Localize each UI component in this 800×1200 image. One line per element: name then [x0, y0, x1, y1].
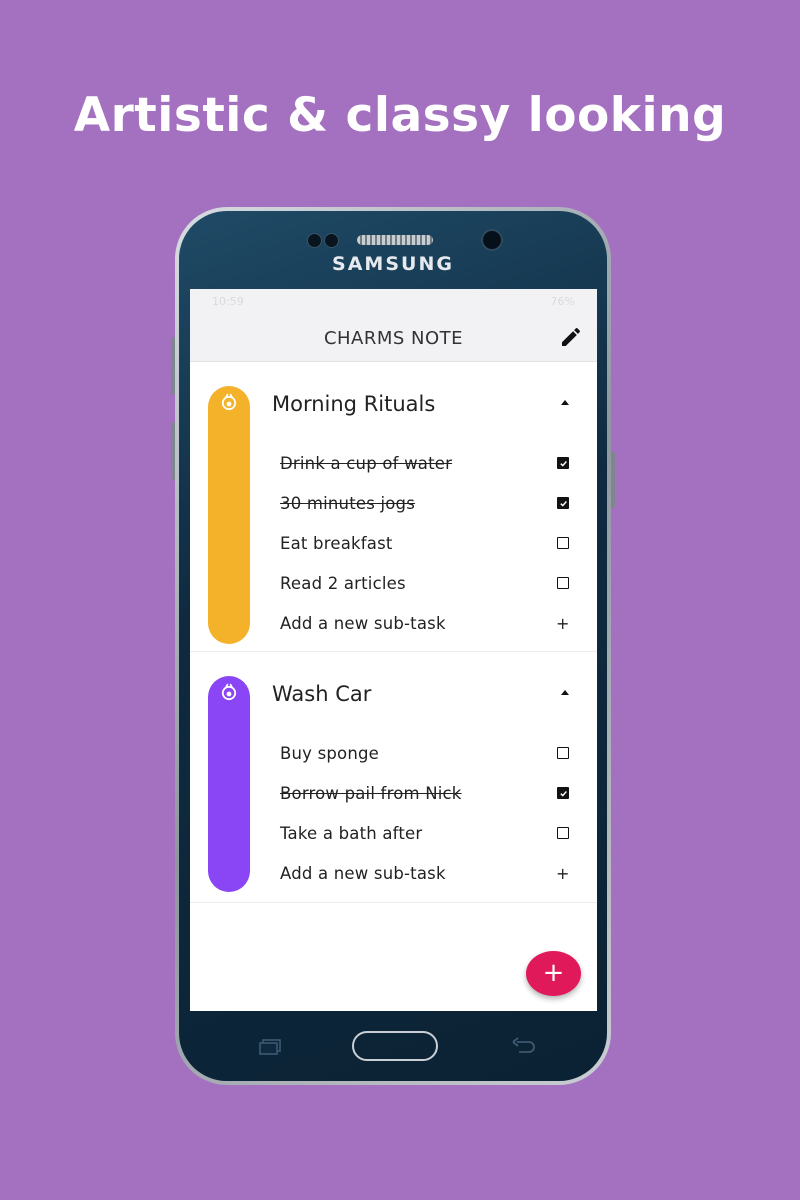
app-bar: CHARMS NOTE [190, 313, 597, 362]
subtask-row[interactable]: Drink a cup of water [280, 443, 571, 483]
subtask-row[interactable]: Take a bath after [280, 813, 571, 853]
subtask-row[interactable]: Read 2 articles [280, 563, 571, 603]
task-title[interactable]: Wash Car [272, 682, 371, 706]
task-card: Morning Rituals Drink a cup of water 30 mi… [190, 362, 597, 652]
checkbox-unchecked[interactable] [557, 537, 569, 549]
phone-frame: SAMSUNG 10:59 76% CHARMS NOTE Morning Ri… [171, 207, 615, 1085]
checkbox-checked[interactable] [557, 787, 569, 799]
home-button[interactable] [352, 1031, 438, 1061]
flame-icon [221, 683, 237, 701]
checkbox-checked[interactable] [557, 457, 569, 469]
add-task-button[interactable]: + [526, 951, 581, 996]
subtask-row[interactable]: 30 minutes jogs [280, 483, 571, 523]
subtask-label: Borrow pail from Nick [280, 783, 462, 803]
flame-icon [221, 393, 237, 411]
subtask-label: Take a bath after [280, 823, 423, 843]
status-bar: 10:59 76% [190, 289, 597, 313]
subtask-row[interactable]: Eat breakfast [280, 523, 571, 563]
volume-up-button [171, 337, 175, 395]
task-card: Wash Car Buy sponge Borrow pail from Nick T… [190, 652, 597, 903]
checkmark-icon [559, 460, 567, 467]
pencil-icon [562, 327, 581, 346]
subtask-row[interactable]: Buy sponge [280, 733, 571, 773]
task-color-stripe [208, 386, 250, 644]
collapse-caret-icon[interactable] [561, 690, 569, 695]
checkbox-unchecked[interactable] [557, 827, 569, 839]
app-screen: 10:59 76% CHARMS NOTE Morning Rituals Dri… [190, 289, 597, 1011]
power-button [611, 452, 615, 508]
task-color-stripe [208, 676, 250, 892]
sensor-dot [307, 233, 322, 248]
subtask-list: Buy sponge Borrow pail from Nick Take a ba… [280, 733, 571, 893]
headline: Artistic & classy looking [73, 88, 727, 143]
brand-logo: SAMSUNG [332, 253, 454, 275]
task-title[interactable]: Morning Rituals [272, 392, 435, 416]
subtask-label: Buy sponge [280, 743, 380, 763]
sensor-dot [324, 233, 339, 248]
speaker-grill [357, 235, 433, 245]
front-camera [481, 229, 503, 251]
checkmark-icon [559, 790, 567, 797]
checkbox-unchecked[interactable] [557, 747, 569, 759]
checkbox-checked[interactable] [557, 497, 569, 509]
add-subtask-row[interactable]: Add a new sub-task + [280, 853, 571, 893]
checkbox-unchecked[interactable] [557, 577, 569, 589]
back-button[interactable] [511, 1037, 537, 1055]
recent-apps-icon [259, 1039, 281, 1055]
add-subtask-label: Add a new sub-task [280, 613, 446, 633]
app-title: CHARMS NOTE [323, 328, 464, 349]
edit-button[interactable] [559, 325, 583, 349]
add-subtask-row[interactable]: Add a new sub-task + [280, 603, 571, 643]
task-list: Morning Rituals Drink a cup of water 30 mi… [190, 362, 597, 903]
volume-down-button [171, 422, 175, 480]
checkmark-icon [559, 500, 567, 507]
back-arrow-icon [512, 1037, 535, 1053]
collapse-caret-icon[interactable] [561, 400, 569, 405]
subtask-list: Drink a cup of water 30 minutes jogs Eat b… [280, 443, 571, 643]
recent-apps-button[interactable] [259, 1039, 281, 1055]
plus-icon[interactable]: + [556, 864, 569, 883]
status-time: 10:59 [212, 294, 244, 308]
plus-icon[interactable]: + [556, 614, 569, 633]
phone-body: SAMSUNG 10:59 76% CHARMS NOTE Morning Ri… [179, 211, 607, 1081]
subtask-label: 30 minutes jogs [280, 493, 416, 513]
subtask-label: Read 2 articles [280, 573, 406, 593]
plus-icon: + [542, 958, 565, 988]
subtask-label: Eat breakfast [280, 533, 393, 553]
status-battery: 76% [550, 294, 575, 308]
subtask-row[interactable]: Borrow pail from Nick [280, 773, 571, 813]
subtask-label: Drink a cup of water [280, 453, 453, 473]
add-subtask-label: Add a new sub-task [280, 863, 446, 883]
